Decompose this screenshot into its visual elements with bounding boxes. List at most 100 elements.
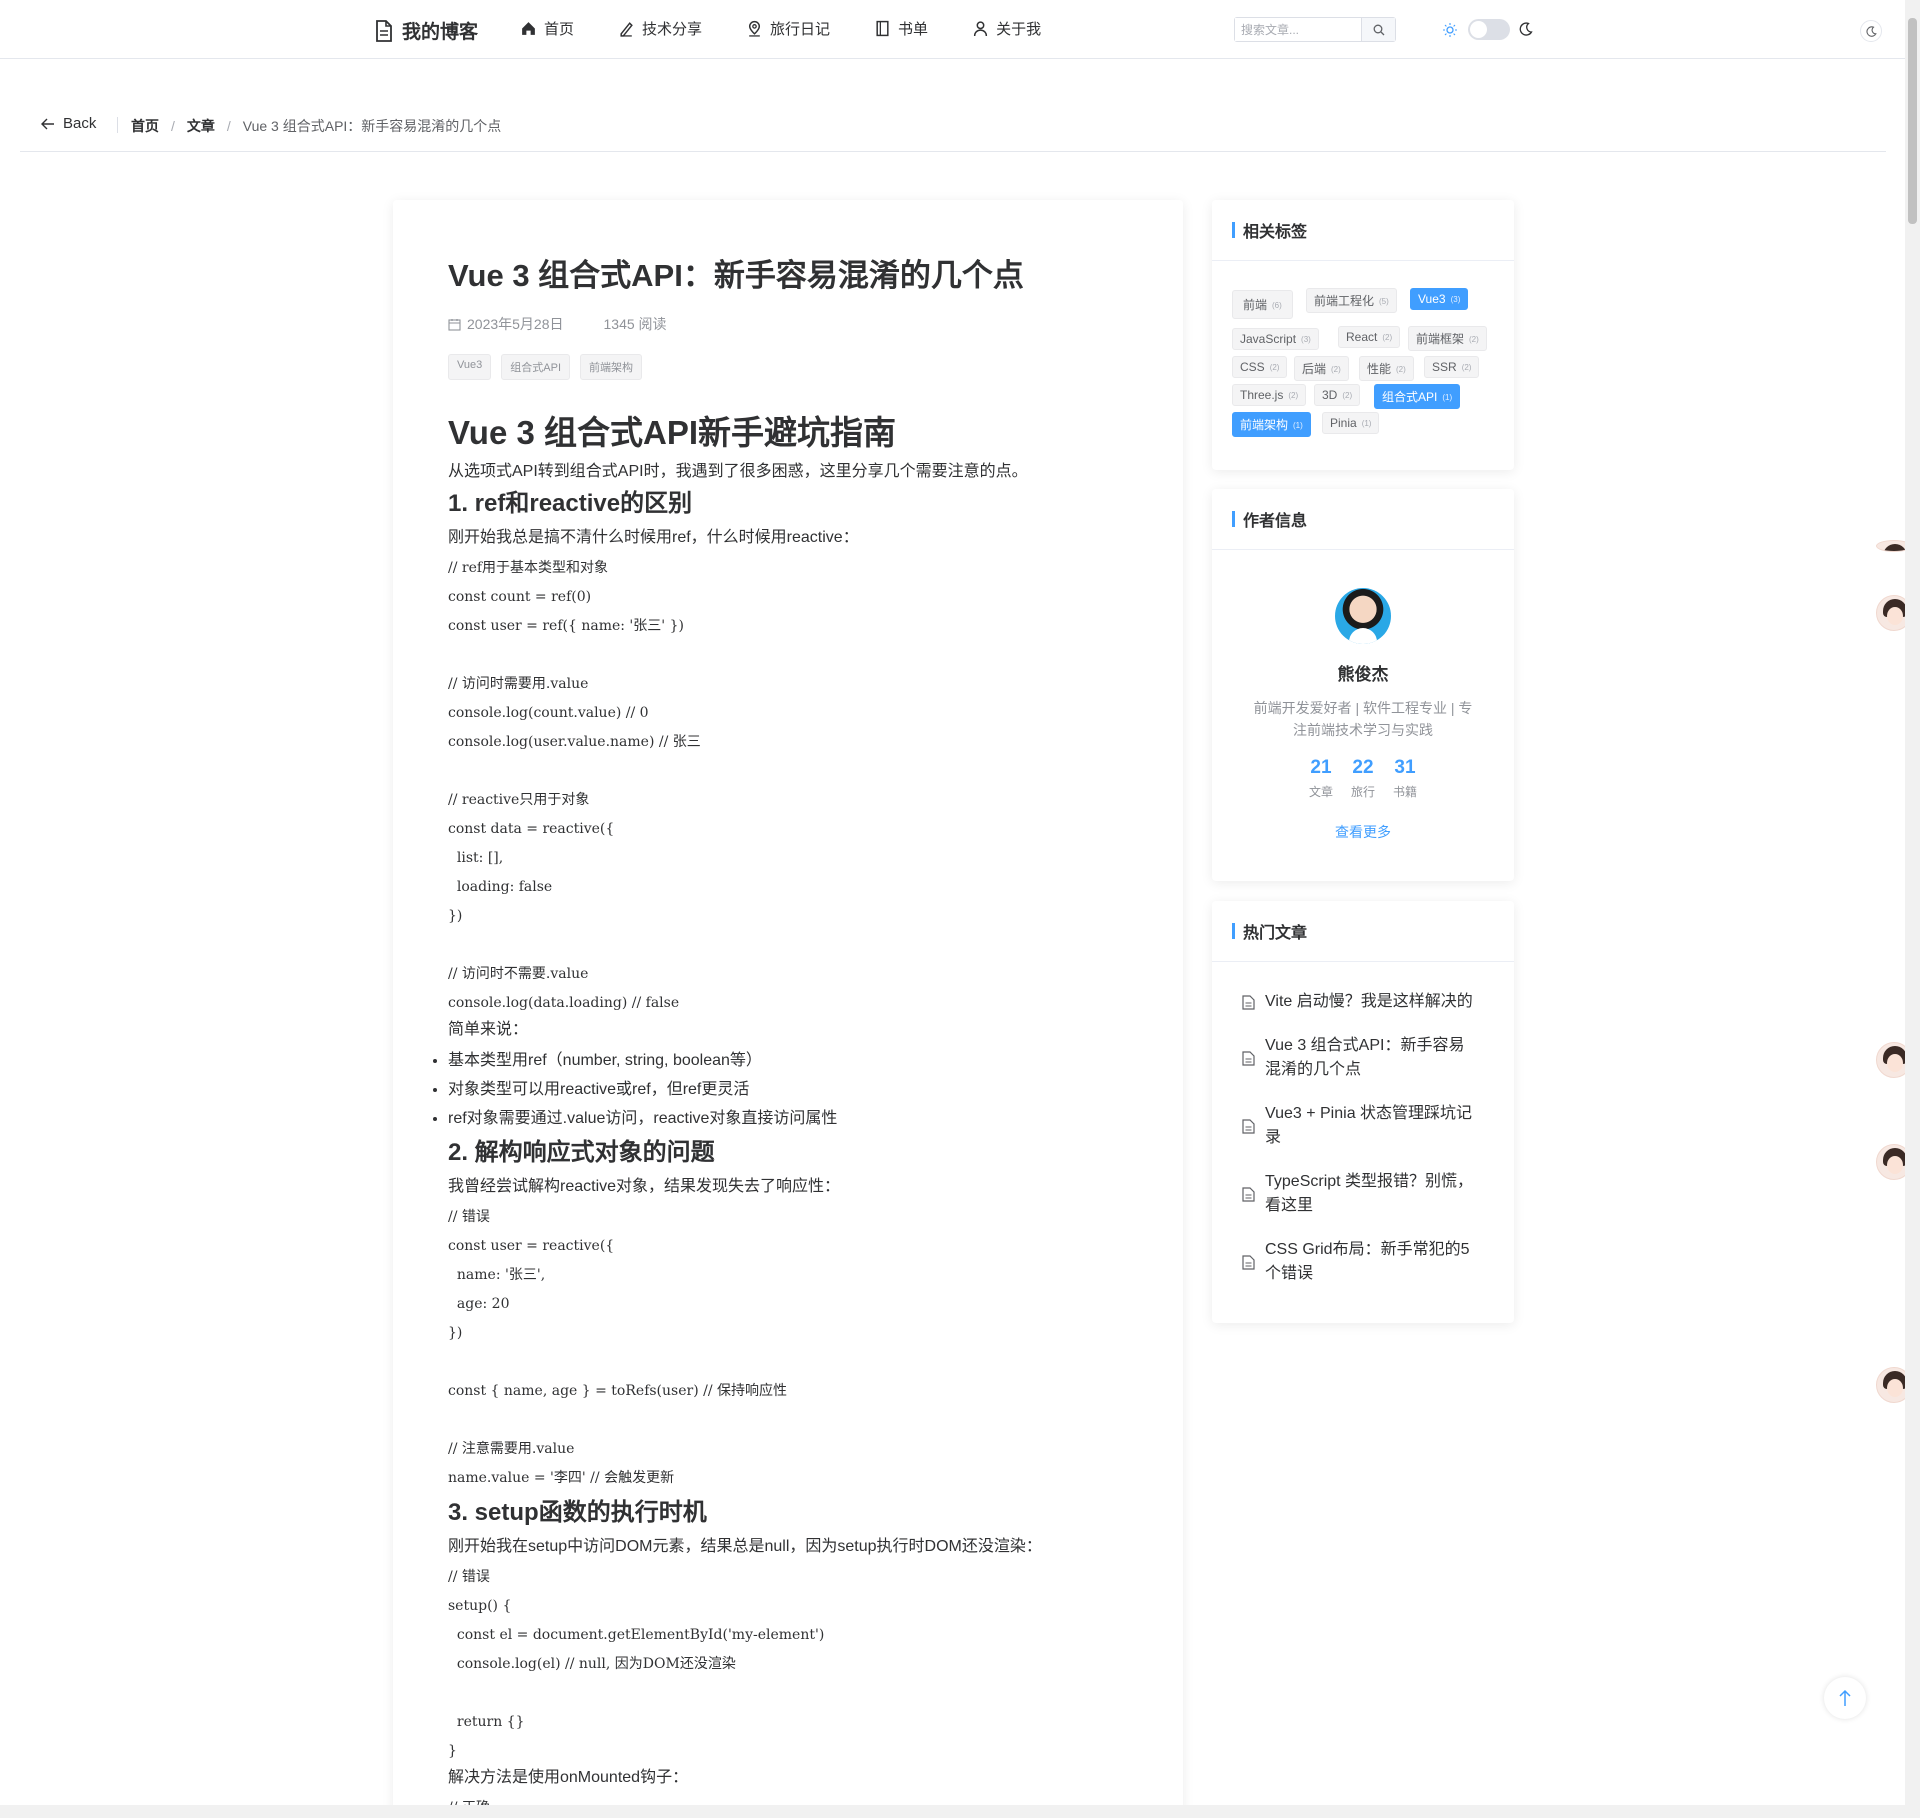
tag-label: CSS bbox=[1240, 360, 1265, 374]
nav-home[interactable]: 首页 bbox=[520, 18, 574, 39]
avatar[interactable] bbox=[1335, 588, 1391, 644]
paragraph: 简单来说： bbox=[448, 1021, 529, 1038]
hot-article-item[interactable]: Vue 3 组合式API：新手容易混淆的几个点 bbox=[1242, 1034, 1494, 1082]
document-icon bbox=[1242, 1254, 1255, 1270]
tag-item[interactable]: 3D (2) bbox=[1314, 384, 1361, 406]
top-navbar: 我的博客 首页 技术分享 旅行日记 书单 关于我 bbox=[0, 0, 1905, 59]
tag-item[interactable]: SSR (2) bbox=[1424, 356, 1480, 378]
horizontal-scrollbar[interactable] bbox=[0, 1805, 1905, 1818]
back-to-top-button[interactable] bbox=[1824, 1677, 1866, 1719]
search-icon bbox=[1373, 24, 1384, 35]
dark-mode-button[interactable] bbox=[1860, 20, 1882, 42]
tags-card: 相关标签 前端 (6) 前端工程化 (5) Vue3 (3) JavaScript (3… bbox=[1212, 200, 1514, 470]
book-icon bbox=[876, 20, 889, 37]
back-button[interactable]: Back bbox=[41, 115, 96, 132]
breadcrumb-articles[interactable]: 文章 bbox=[187, 116, 215, 136]
calendar-icon bbox=[448, 318, 461, 331]
tag-item[interactable]: 前端 (6) bbox=[1232, 290, 1293, 319]
hot-article-item[interactable]: Vite 启动慢？我是这样解决的 bbox=[1242, 990, 1494, 1014]
card-header: 作者信息 bbox=[1212, 489, 1514, 550]
moon-icon bbox=[1865, 25, 1877, 37]
search-button[interactable] bbox=[1361, 18, 1395, 41]
site-logo[interactable]: 我的博客 bbox=[374, 17, 478, 44]
nav-travel[interactable]: 旅行日记 bbox=[746, 18, 830, 39]
tag-count: (3) bbox=[1301, 335, 1311, 345]
paragraph: 从选项式API转到组合式API时，我遇到了很多困惑，这里分享几个需要注意的点。 bbox=[448, 463, 1028, 480]
document-icon bbox=[1242, 1186, 1255, 1202]
card-header: 热门文章 bbox=[1212, 901, 1514, 962]
paragraph: 刚开始我总是搞不清什么时候用ref，什么时候用reactive： bbox=[448, 529, 859, 546]
tag-label: Vue3 bbox=[1418, 292, 1446, 306]
hot-article-item[interactable]: CSS Grid布局：新手常犯的5个错误 bbox=[1242, 1238, 1494, 1286]
hot-article-list: Vite 启动慢？我是这样解决的 Vue 3 组合式API：新手容易混淆的几个点… bbox=[1212, 962, 1514, 1286]
tag-item[interactable]: 前端架构 (1) bbox=[1232, 412, 1311, 437]
document-icon bbox=[1242, 994, 1255, 1010]
tag-count: (3) bbox=[1450, 295, 1461, 305]
nav-about[interactable]: 关于我 bbox=[972, 18, 1041, 39]
tag-item[interactable]: 前端框架 (2) bbox=[1408, 326, 1487, 351]
paragraph: 我曾经尝试解构reactive对象，结果发现失去了响应性： bbox=[448, 1178, 841, 1195]
tag-label: 前端 bbox=[1243, 298, 1268, 312]
nav-travel-label: 旅行日记 bbox=[770, 21, 831, 38]
hot-article-title: Vue 3 组合式API：新手容易混淆的几个点 bbox=[1265, 1037, 1465, 1078]
stat-number: 22 bbox=[1352, 757, 1374, 778]
nav-books[interactable]: 书单 bbox=[874, 18, 928, 39]
breadcrumb-separator: / bbox=[226, 118, 231, 134]
tag-item[interactable]: 前端工程化 (5) bbox=[1306, 288, 1397, 313]
page-header: Back 首页 / 文章 / Vue 3 组合式API：新手容易混淆的几个点 bbox=[20, 112, 1886, 152]
card-header: 相关标签 bbox=[1212, 200, 1514, 261]
content-heading: Vue 3 组合式API新手避坑指南 bbox=[448, 414, 896, 451]
article-tag[interactable]: 前端架构 bbox=[580, 354, 643, 380]
tag-item[interactable]: 组合式API (1) bbox=[1374, 384, 1461, 409]
tag-label: JavaScript bbox=[1240, 332, 1297, 346]
stat-travel[interactable]: 22 旅行 bbox=[1349, 757, 1377, 800]
tag-count: (2) bbox=[1461, 363, 1472, 373]
tag-item[interactable]: JavaScript (3) bbox=[1232, 328, 1319, 350]
hot-article-title: Vite 启动慢？我是这样解决的 bbox=[1265, 993, 1473, 1010]
stat-label: 旅行 bbox=[1350, 785, 1375, 799]
view-more-link[interactable]: 查看更多 bbox=[1335, 822, 1391, 842]
author-bio: 前端开发爱好者 | 软件工程专业 | 专注前端技术学习与实践 bbox=[1253, 700, 1473, 738]
breadcrumb-home[interactable]: 首页 bbox=[131, 116, 159, 136]
article-tag[interactable]: 组合式API bbox=[501, 354, 571, 380]
tag-item[interactable]: Pinia (1) bbox=[1322, 412, 1380, 434]
tag-label: React bbox=[1346, 330, 1378, 344]
author-name: 熊俊杰 bbox=[1337, 665, 1389, 684]
author-card: 作者信息 熊俊杰 前端开发爱好者 | 软件工程专业 | 专注前端技术学习与实践 … bbox=[1212, 489, 1514, 881]
arrow-up-icon bbox=[1839, 1689, 1851, 1706]
tag-count: (2) bbox=[1396, 365, 1406, 375]
vertical-scrollbar[interactable] bbox=[1905, 0, 1920, 1818]
paragraph: 解决方法是使用onMounted钩子： bbox=[448, 1769, 689, 1786]
nav-tech[interactable]: 技术分享 bbox=[618, 18, 702, 39]
article-body: Vue 3 组合式API：新手容易混淆的几个点 2023年5月28日 1345 … bbox=[448, 256, 1148, 1818]
tag-item[interactable]: 性能 (2) bbox=[1359, 356, 1414, 381]
code-block: // ref用于基本类型和对象 const count = ref(0) con… bbox=[448, 560, 701, 1011]
article-content: Vue 3 组合式API新手避坑指南 从选项式API转到组合式API时，我遇到了… bbox=[448, 412, 1148, 1818]
scrollbar-thumb[interactable] bbox=[1908, 18, 1917, 224]
tag-item[interactable]: React (2) bbox=[1338, 326, 1401, 348]
tag-item[interactable]: Vue3 (3) bbox=[1410, 288, 1469, 310]
hot-articles-card: 热门文章 Vite 启动慢？我是这样解决的 Vue 3 组合式API：新手容易混… bbox=[1212, 901, 1514, 1323]
breadcrumb-separator: / bbox=[171, 118, 175, 134]
theme-toggle[interactable] bbox=[1468, 19, 1510, 40]
tag-item[interactable]: CSS (2) bbox=[1232, 356, 1288, 378]
tag-item[interactable]: Three.js (2) bbox=[1232, 384, 1307, 406]
tag-count: (2) bbox=[1342, 391, 1353, 401]
hot-article-item[interactable]: Vue3 + Pinia 状态管理踩坑记录 bbox=[1242, 1102, 1494, 1150]
hot-article-item[interactable]: TypeScript 类型报错？别慌，看这里 bbox=[1242, 1170, 1494, 1218]
list-item: 对象类型可以用reactive或ref，但ref更灵活 bbox=[448, 1075, 1148, 1104]
search-input[interactable] bbox=[1235, 18, 1361, 41]
tag-count: (2) bbox=[1382, 333, 1393, 343]
article-title: Vue 3 组合式API：新手容易混淆的几个点 bbox=[448, 258, 1024, 293]
stat-number: 21 bbox=[1310, 757, 1332, 778]
section-heading: 1. ref和reactive的区别 bbox=[448, 490, 693, 517]
author-info: 熊俊杰 前端开发爱好者 | 软件工程专业 | 专注前端技术学习与实践 21 文章… bbox=[1212, 550, 1514, 842]
stat-books[interactable]: 31 书籍 bbox=[1391, 757, 1419, 800]
user-icon bbox=[973, 21, 988, 36]
tag-item[interactable]: 后端 (2) bbox=[1294, 356, 1349, 381]
tag-count: (2) bbox=[1331, 365, 1341, 375]
stat-articles[interactable]: 21 文章 bbox=[1307, 757, 1335, 800]
site-title: 我的博客 bbox=[402, 22, 479, 43]
back-label: Back bbox=[63, 115, 97, 132]
article-tag[interactable]: Vue3 bbox=[448, 354, 492, 380]
